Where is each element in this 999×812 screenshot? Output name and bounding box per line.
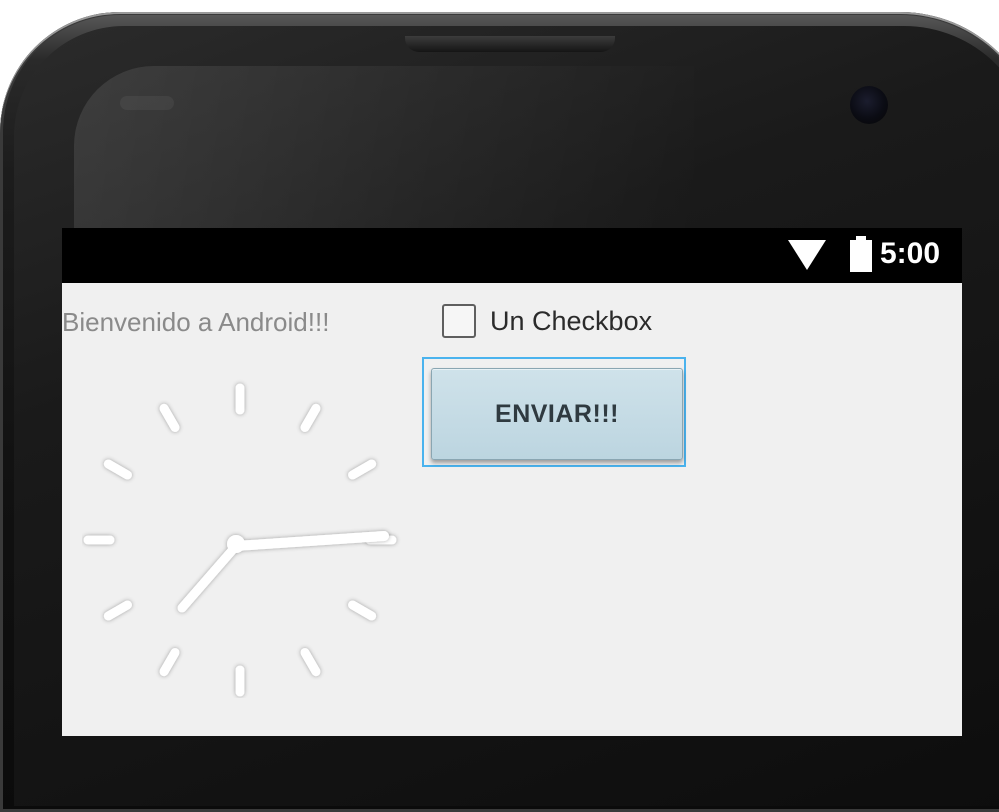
clock-minute-hand [231,531,389,551]
clock-tick [159,403,180,432]
earpiece-speaker [405,36,615,52]
send-button[interactable]: ENVIAR!!! [431,368,683,460]
checkbox-input[interactable] [442,304,476,338]
clock-tick [348,600,377,621]
battery-icon [850,236,872,272]
device-screen: 5:00 Bienvenido a Android!!! Un Checkbox… [62,228,962,736]
status-time: 5:00 [880,237,941,270]
clock-tick [348,459,377,480]
clock-tick [300,403,321,432]
clock-hands [177,531,389,613]
clock-tick [103,459,132,480]
clock-tick [159,648,180,677]
welcome-text: Bienvenido a Android!!! [62,307,330,337]
proximity-sensor [120,96,174,110]
wifi-icon [788,240,826,270]
front-camera-icon [850,86,888,124]
clock-hour-hand [177,541,241,613]
clock-tick [300,648,321,677]
clock-tick [103,600,132,621]
analog-clock [83,383,397,697]
clock-center [227,535,245,553]
checkbox-label[interactable]: Un Checkbox [490,305,652,337]
status-bar: 5:00 [62,228,962,283]
